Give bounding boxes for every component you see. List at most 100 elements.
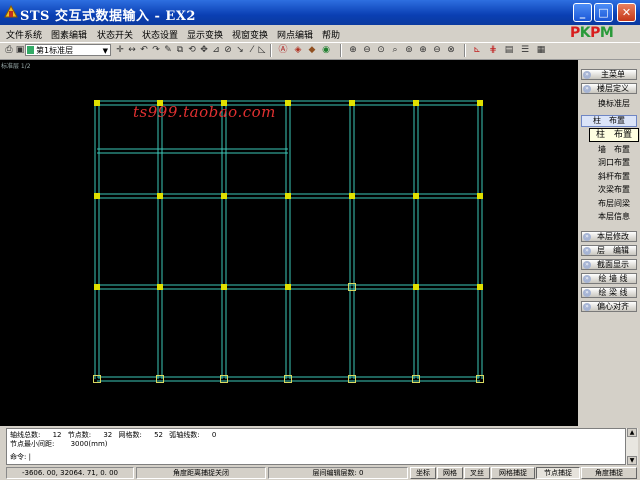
layer-count-status: 层间编辑层数: 0 [268, 467, 408, 479]
column-node[interactable] [94, 100, 100, 106]
floor-definition-button[interactable]: » 楼层定义 [581, 83, 637, 94]
zoom-window-icon[interactable]: ⊕ [347, 44, 359, 57]
cursor-icon[interactable]: ✛ [114, 44, 126, 57]
right-item-layer-info[interactable]: 本层信息 [590, 211, 638, 222]
menu-help[interactable]: 帮助 [322, 28, 340, 41]
column-node[interactable] [285, 284, 291, 290]
menu-state-switch[interactable]: 状态开关 [97, 28, 133, 41]
grid-toggle-button[interactable]: 网格 [437, 467, 463, 479]
close-button[interactable]: ✕ [617, 3, 636, 22]
render-icon[interactable]: ◈ [292, 44, 304, 57]
undo-icon[interactable]: ↶ [138, 44, 150, 57]
break-icon[interactable]: ⊘ [222, 44, 234, 57]
axis-count-value: 12 [52, 431, 62, 439]
command-scrollbar[interactable]: ▲ ▼ [626, 428, 638, 465]
grid-snap-button[interactable]: 网格捕捉 [491, 467, 535, 479]
toolbar-separator [464, 44, 466, 57]
column-node[interactable] [285, 100, 291, 106]
column-node[interactable] [157, 193, 163, 199]
menu-grid-edit[interactable]: 网点编辑 [277, 28, 313, 41]
zoom-in-icon[interactable]: ⊕ [417, 44, 429, 57]
move-icon[interactable]: ↔ [126, 44, 138, 57]
command-area[interactable]: 轴线总数: 12 节点数: 32 网格数: 52 弧轴线数: 0 节点最小间距:… [6, 428, 626, 465]
zoom-dynamic-icon[interactable]: ⌕ [389, 44, 401, 57]
right-item-wall-layout[interactable]: 墙 布置 [590, 144, 638, 155]
mirror-icon[interactable]: ⊿ [210, 44, 222, 57]
scroll-down-icon[interactable]: ▼ [627, 456, 637, 465]
drawing-canvas[interactable]: 标准层 1/2 ts999.taobao.com [0, 60, 578, 426]
right-item-change-layer[interactable]: 换标准层 [590, 98, 638, 109]
redo-icon[interactable]: ↷ [150, 44, 162, 57]
column-node[interactable] [477, 100, 483, 106]
zoom-out-icon[interactable]: ⊖ [431, 44, 443, 57]
menu-display-transform[interactable]: 显示变换 [187, 28, 223, 41]
list-icon[interactable]: ☰ [519, 44, 531, 57]
column-node[interactable] [477, 284, 483, 290]
draw-wall-line-button[interactable]: » 绘 墙 线 [581, 273, 637, 284]
column-node[interactable] [477, 193, 483, 199]
zoom-prev-icon[interactable]: ⊙ [375, 44, 387, 57]
grid-count-label: 网格数: [118, 431, 142, 439]
copy-icon[interactable]: ⧉ [174, 44, 186, 57]
app-icon [4, 5, 18, 18]
grid-icon[interactable]: ⋕ [487, 44, 499, 57]
column-node[interactable] [157, 284, 163, 290]
pan-icon[interactable]: ⊗ [445, 44, 457, 57]
right-item-opening-layout[interactable]: 洞口布置 [590, 157, 638, 168]
menu-view-transform[interactable]: 视窗变换 [232, 28, 268, 41]
angle-snap-button[interactable]: 角度捕捉 [581, 467, 637, 479]
shape-icon[interactable]: ◺ [256, 44, 268, 57]
table-icon[interactable]: ▤ [503, 44, 515, 57]
model-icon[interactable]: ◆ [306, 44, 318, 57]
main-menu-button[interactable]: » 主菜单 [581, 69, 637, 80]
node-count-label: 节点数: [67, 431, 92, 439]
min-spacing-label: 节点最小间距: [10, 440, 55, 448]
toolbar-separator [270, 44, 272, 57]
menu-state-settings[interactable]: 状态设置 [142, 28, 178, 41]
column-node[interactable] [221, 193, 227, 199]
pen-icon[interactable]: ✎ [162, 44, 174, 57]
command-prompt[interactable]: 命令: | [10, 453, 31, 461]
column-node[interactable] [94, 193, 100, 199]
eccentric-align-button[interactable]: » 偏心对齐 [581, 301, 637, 312]
info-icon[interactable]: ▦ [535, 44, 547, 57]
column-node[interactable] [285, 193, 291, 199]
column-node[interactable] [413, 284, 419, 290]
eye-icon[interactable]: ◉ [320, 44, 332, 57]
maximize-button[interactable]: □ [594, 3, 613, 22]
zoom-extent-icon[interactable]: ⊚ [403, 44, 415, 57]
column-node[interactable] [349, 193, 355, 199]
menu-file-system[interactable]: 文件系统 [6, 28, 42, 41]
layer-edit-button[interactable]: » 层 编辑 [581, 245, 637, 256]
chevron-down-icon[interactable]: ▼ [103, 45, 108, 57]
chevrons-icon: » [583, 261, 591, 269]
coord-toggle-button[interactable]: 坐标 [410, 467, 436, 479]
right-item-column-layout[interactable]: 柱 布置 [581, 115, 637, 127]
chevrons-icon: » [583, 289, 591, 297]
menu-element-edit[interactable]: 图素编辑 [51, 28, 87, 41]
move-cross-icon[interactable]: ✥ [198, 44, 210, 57]
right-item-brace-layout[interactable]: 斜杆布置 [590, 171, 638, 182]
extend-icon[interactable]: ↘ [234, 44, 246, 57]
structural-grid[interactable] [0, 60, 578, 426]
axis-icon[interactable]: ⊾ [471, 44, 483, 57]
column-node[interactable] [413, 193, 419, 199]
crosshair-toggle-button[interactable]: 叉丝 [464, 467, 490, 479]
right-item-interlayer-beam[interactable]: 布层间梁 [590, 198, 638, 209]
rotate-icon[interactable]: ⟲ [186, 44, 198, 57]
layer-modify-button[interactable]: » 本层修改 [581, 231, 637, 242]
right-item-secondary-beam[interactable]: 次梁布置 [590, 184, 638, 195]
column-node[interactable] [221, 284, 227, 290]
column-node[interactable] [94, 284, 100, 290]
stats-line: 轴线总数: 12 节点数: 32 网格数: 52 弧轴线数: 0 [10, 431, 216, 439]
minimize-button[interactable]: _ [573, 3, 592, 22]
3d-view-icon[interactable]: Ⓐ [277, 44, 289, 57]
column-node[interactable] [349, 100, 355, 106]
layer-select[interactable]: 第1标准层 ▼ [25, 44, 111, 56]
zoom-all-icon[interactable]: ⊖ [361, 44, 373, 57]
column-node[interactable] [413, 100, 419, 106]
scroll-up-icon[interactable]: ▲ [627, 428, 637, 437]
node-snap-button[interactable]: 节点捕捉 [536, 467, 580, 479]
section-display-button[interactable]: » 截面显示 [581, 259, 637, 270]
draw-beam-line-button[interactable]: » 绘 梁 线 [581, 287, 637, 298]
